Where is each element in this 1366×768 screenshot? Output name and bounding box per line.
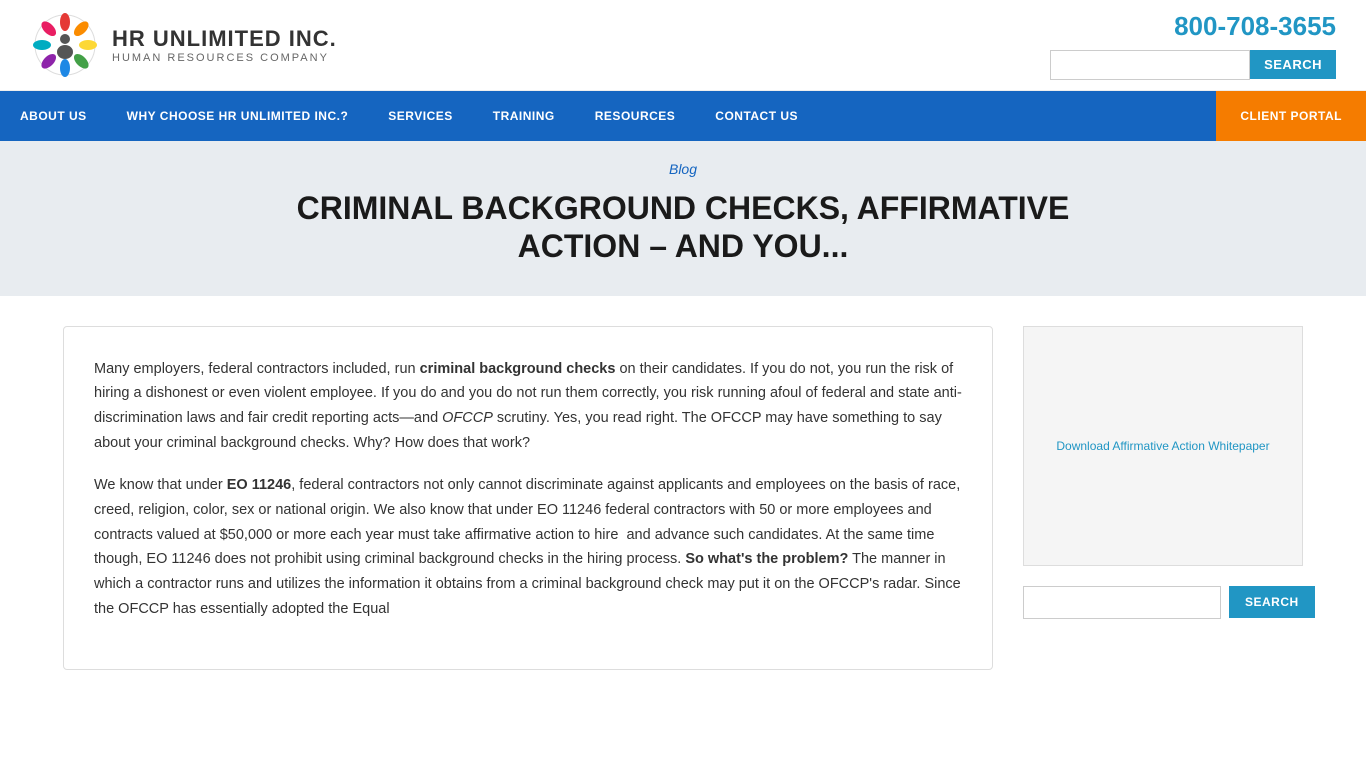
company-name: HR UNLIMITED INC.: [112, 26, 337, 52]
bold-eo11246: EO 11246: [227, 477, 292, 493]
article-box: Many employers, federal contractors incl…: [63, 326, 993, 670]
article-paragraph-2: We know that under EO 11246, federal con…: [94, 473, 962, 621]
header-search-input[interactable]: [1050, 50, 1250, 80]
nav-why-choose[interactable]: WHY CHOOSE HR UNLIMITED INC.?: [107, 91, 369, 141]
sidebar-image-placeholder: Download Affirmative Action Whitepaper: [1023, 326, 1303, 566]
sidebar: Download Affirmative Action Whitepaper S…: [1023, 326, 1303, 670]
company-tagline: HUMAN RESOURCES COMPANY: [112, 52, 337, 64]
phone-number: 800-708-3655: [1174, 11, 1336, 42]
logo-area: HR UNLIMITED INC. HUMAN RESOURCES COMPAN…: [30, 10, 337, 80]
sidebar-widget-image: Download Affirmative Action Whitepaper: [1023, 326, 1303, 566]
sidebar-search-button[interactable]: SEARCH: [1229, 586, 1315, 618]
nav-training[interactable]: TRAINING: [473, 91, 575, 141]
bold-criminal-background: criminal background checks: [420, 361, 616, 377]
header-search: SEARCH: [1050, 50, 1336, 80]
sidebar-whitepaper-link[interactable]: Download Affirmative Action Whitepaper: [1023, 326, 1303, 566]
article-paragraph-1: Many employers, federal contractors incl…: [94, 357, 962, 456]
nav-resources[interactable]: RESOURCES: [575, 91, 696, 141]
logo-text: HR UNLIMITED INC. HUMAN RESOURCES COMPAN…: [112, 26, 337, 64]
nav-contact-us[interactable]: CONTACT US: [695, 91, 818, 141]
nav-services[interactable]: SERVICES: [368, 91, 472, 141]
sidebar-search-input[interactable]: [1023, 586, 1221, 619]
site-header: HR UNLIMITED INC. HUMAN RESOURCES COMPAN…: [0, 0, 1366, 91]
sidebar-search: SEARCH: [1023, 586, 1303, 619]
hero-area: Blog CRIMINAL BACKGROUND CHECKS, AFFIRMA…: [0, 141, 1366, 296]
sidebar-image-text: Download Affirmative Action Whitepaper: [1056, 439, 1269, 453]
bold-whats-problem: So what's the problem?: [685, 551, 848, 567]
logo-icon: [30, 10, 100, 80]
nav-client-portal[interactable]: CLIENT PORTAL: [1216, 91, 1366, 141]
main-nav: ABOUT US WHY CHOOSE HR UNLIMITED INC.? S…: [0, 91, 1366, 141]
nav-about-us[interactable]: ABOUT US: [0, 91, 107, 141]
header-right: 800-708-3655 SEARCH: [1050, 11, 1336, 80]
header-search-button[interactable]: SEARCH: [1250, 50, 1336, 79]
breadcrumb: Blog: [30, 161, 1336, 177]
main-content: Many employers, federal contractors incl…: [33, 296, 1333, 700]
sidebar-widget-search: SEARCH: [1023, 586, 1303, 619]
page-title: CRIMINAL BACKGROUND CHECKS, AFFIRMATIVE …: [233, 189, 1133, 266]
italic-ofccp: OFCCP: [442, 410, 493, 426]
